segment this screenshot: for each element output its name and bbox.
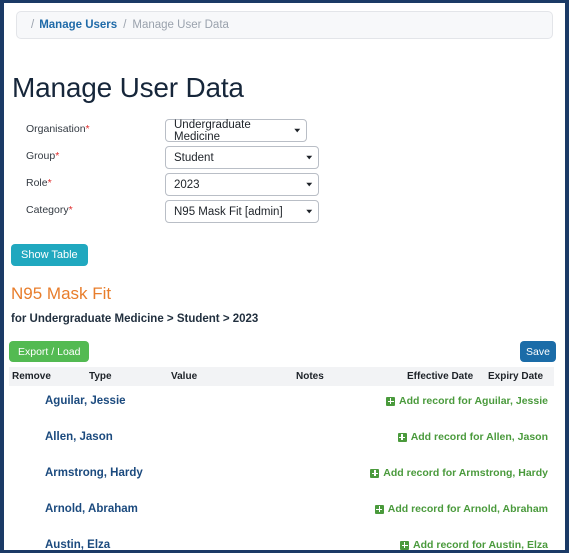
row-user-name: Armstrong, Hardy — [45, 467, 143, 479]
plus-square-icon — [370, 468, 380, 478]
add-record-link[interactable]: Add record for Allen, Jason — [397, 431, 548, 443]
chevron-down-icon: ▾ — [294, 125, 301, 135]
breadcrumb-link-manage-users[interactable]: Manage Users — [39, 19, 117, 31]
table-row: Aguilar, Jessie Add record for Aguilar, … — [4, 386, 565, 422]
column-header-effective-date: Effective Date — [407, 371, 474, 382]
select-category[interactable]: N95 Mask Fit [admin] ▾ — [165, 200, 319, 223]
section-title: N95 Mask Fit — [11, 284, 112, 303]
row-user-name: Aguilar, Jessie — [45, 395, 126, 407]
select-group[interactable]: Student ▾ — [165, 146, 319, 169]
add-record-label: Add record for Armstrong, Hardy — [383, 467, 548, 479]
table-row: Austin, Elza Add record for Austin, Elza — [4, 530, 565, 551]
plus-square-icon — [386, 396, 395, 406]
plus-square-icon — [397, 432, 407, 442]
select-group-value: Student — [174, 151, 214, 164]
table-body: Aguilar, Jessie Add record for Aguilar, … — [4, 386, 565, 551]
table-row: Arnold, Abraham Add record for Arnold, A… — [4, 494, 565, 530]
breadcrumb: / Manage Users / Manage User Data — [16, 11, 553, 39]
column-header-notes: Notes — [296, 371, 324, 382]
select-category-value: N95 Mask Fit [admin] — [174, 205, 283, 218]
show-table-button[interactable]: Show Table — [11, 244, 88, 266]
required-asterisk-category: * — [68, 204, 73, 216]
label-organisation: Organisation* — [26, 123, 90, 135]
label-role: Role* — [26, 177, 52, 189]
plus-square-icon — [374, 504, 384, 514]
select-role-value: 2023 — [174, 178, 200, 191]
add-record-label: Add record for Austin, Elza — [413, 539, 548, 551]
save-button[interactable]: Save — [520, 341, 556, 362]
required-asterisk-role: * — [47, 177, 52, 189]
breadcrumb-current: Manage User Data — [132, 19, 229, 31]
section-subtitle: for Undergraduate Medicine > Student > 2… — [11, 313, 259, 325]
form-row-role: Role* 2023 ▾ — [4, 173, 565, 200]
chevron-down-icon: ▾ — [306, 179, 313, 189]
page-title: Manage User Data — [12, 72, 244, 103]
table-header-row: Remove Type Value Notes Effective Date E… — [9, 367, 554, 386]
add-record-link[interactable]: Add record for Austin, Elza — [400, 539, 548, 551]
chevron-down-icon: ▾ — [306, 206, 313, 216]
add-record-link[interactable]: Add record for Armstrong, Hardy — [370, 467, 548, 479]
label-category: Category* — [26, 204, 73, 216]
add-record-label: Add record for Arnold, Abraham — [387, 503, 548, 515]
column-header-expiry-date: Expiry Date — [488, 371, 544, 382]
form-row-organisation: Organisation* Undergraduate Medicine ▾ — [4, 119, 565, 146]
app-window: / Manage Users / Manage User Data Manage… — [0, 0, 569, 553]
row-user-name: Austin, Elza — [45, 539, 111, 551]
row-user-name: Allen, Jason — [45, 431, 113, 443]
column-header-remove: Remove — [12, 371, 51, 382]
table-row: Allen, Jason Add record for Allen, Jason — [4, 422, 565, 458]
column-header-type: Type — [89, 371, 112, 382]
row-user-name: Arnold, Abraham — [45, 503, 138, 515]
chevron-down-icon: ▾ — [306, 152, 313, 162]
required-asterisk-group: * — [55, 150, 60, 162]
required-asterisk-organisation: * — [85, 123, 90, 135]
breadcrumb-separator-1: / — [31, 19, 35, 31]
select-organisation[interactable]: Undergraduate Medicine ▾ — [165, 118, 307, 143]
export-load-button[interactable]: Export / Load — [9, 341, 90, 362]
add-record-link[interactable]: Add record for Arnold, Abraham — [374, 503, 548, 515]
label-group: Group* — [26, 150, 60, 162]
add-record-label: Add record for Aguilar, Jessie — [399, 395, 548, 407]
form-row-group: Group* Student ▾ — [4, 146, 565, 173]
page-content: / Manage Users / Manage User Data Manage… — [4, 3, 565, 550]
select-organisation-value: Undergraduate Medicine — [174, 118, 251, 143]
column-header-value: Value — [171, 371, 198, 382]
plus-square-icon — [400, 540, 410, 550]
add-record-label: Add record for Allen, Jason — [410, 431, 548, 443]
add-record-link[interactable]: Add record for Aguilar, Jessie — [386, 395, 548, 407]
table-row: Armstrong, Hardy Add record for Armstron… — [4, 458, 565, 494]
breadcrumb-separator-2: / — [123, 19, 127, 31]
select-role[interactable]: 2023 ▾ — [165, 173, 319, 196]
filter-form: Organisation* Undergraduate Medicine ▾ G… — [4, 119, 565, 227]
form-row-category: Category* N95 Mask Fit [admin] ▾ — [4, 200, 565, 227]
